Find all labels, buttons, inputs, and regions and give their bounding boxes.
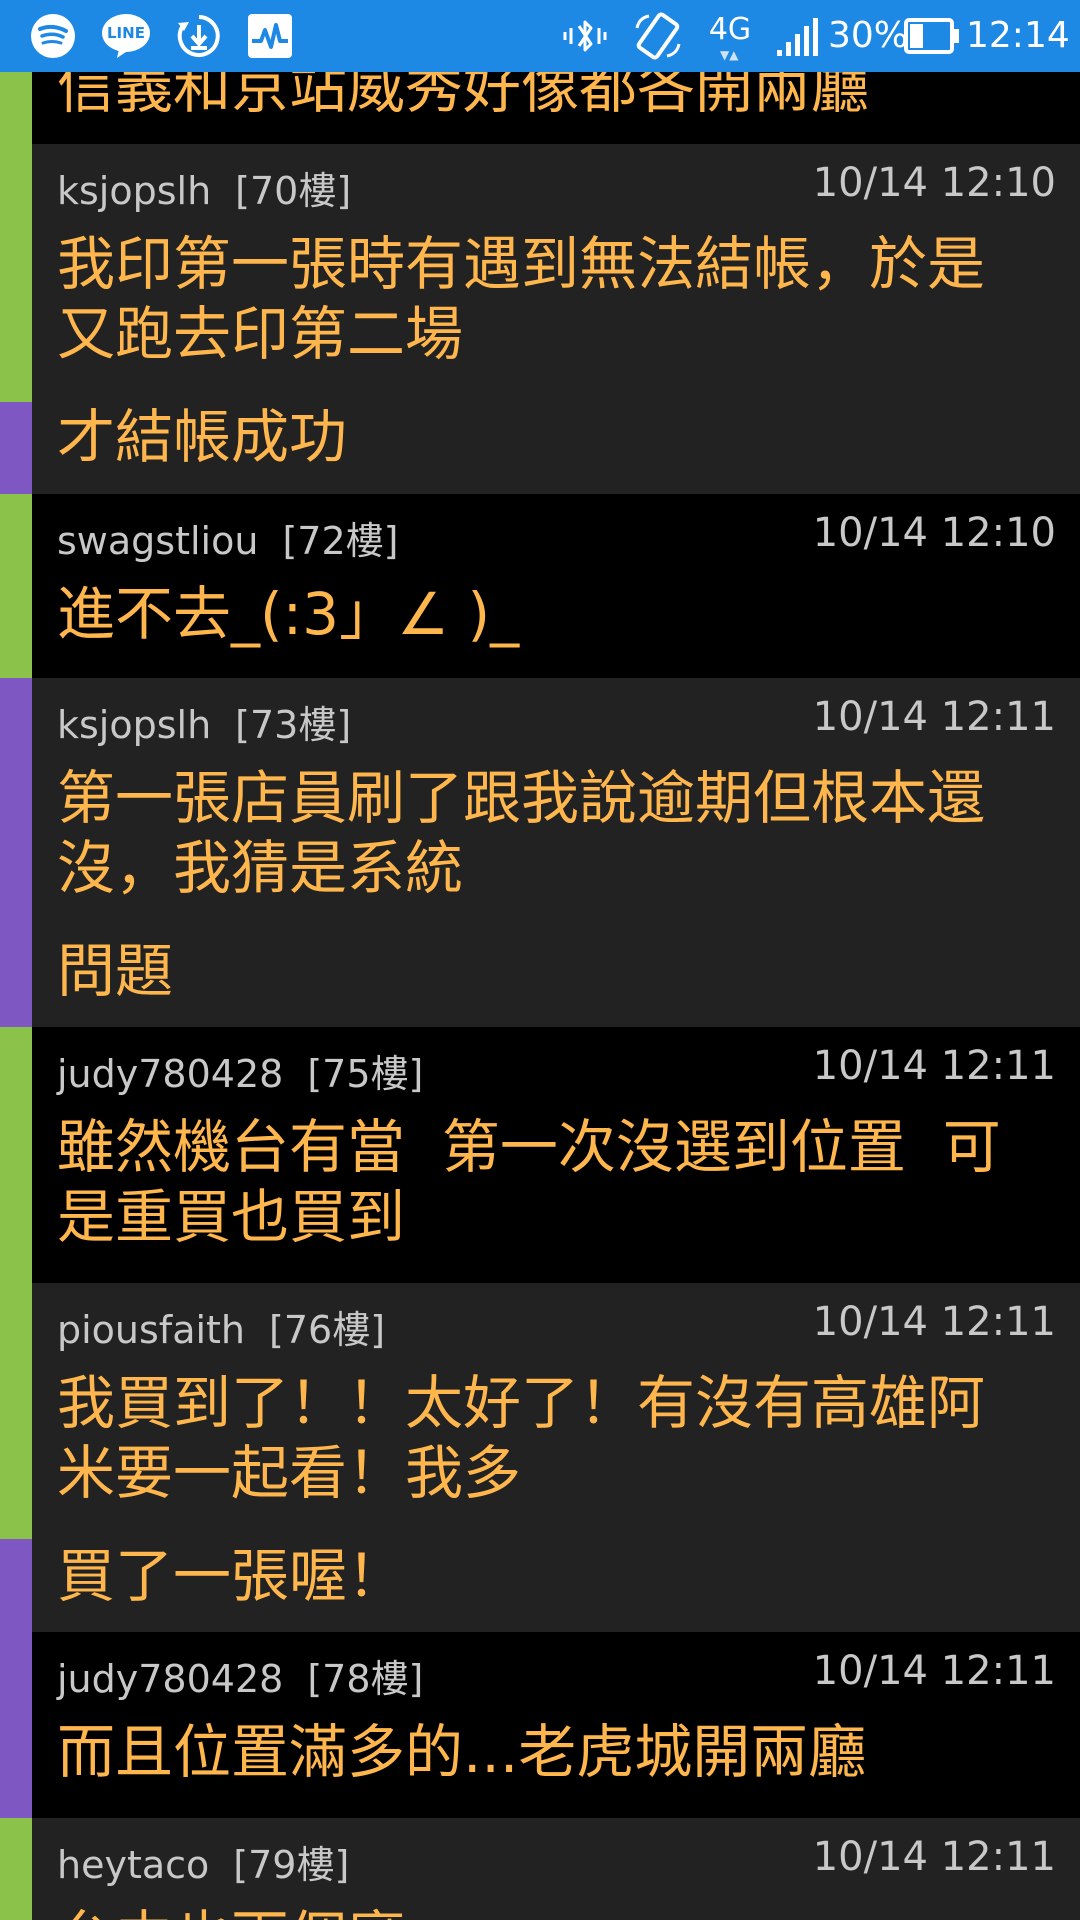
post-author: judy780428 — [57, 1657, 284, 1701]
status-bar: LINE 4G ▼▲ 30% 12:14 — [0, 0, 1080, 72]
post-time: 10/14 12:10 — [812, 160, 1056, 206]
post-meta: swagstliou [72樓] — [57, 510, 398, 565]
post-meta: piousfaith [76樓] — [57, 1299, 385, 1354]
post-floor: [76樓] — [269, 1308, 386, 1352]
comment-feed[interactable]: 信義和京站威秀好像都各開兩廳 ksjopslh [70樓] 10/14 12:10… — [0, 72, 1080, 1920]
message-text: 沒，我猜是系統 — [57, 834, 464, 902]
color-bar-green — [0, 1027, 32, 1539]
post-time: 10/14 12:11 — [812, 1648, 1056, 1694]
post-author: judy780428 — [57, 1052, 284, 1096]
post-meta: ksjopslh [70樓] — [57, 160, 351, 215]
post-item[interactable]: judy780428 [75樓] 10/14 12:11 雖然機台有當 第一次沒選… — [32, 1027, 1080, 1283]
post-meta: judy780428 [78樓] — [57, 1648, 423, 1703]
post-meta: ksjopslh [73樓] — [57, 694, 351, 749]
color-bar-purple — [0, 402, 32, 494]
color-bar-green — [0, 1818, 32, 1920]
post-floor: [79樓] — [233, 1843, 350, 1887]
post-floor: [75樓] — [307, 1052, 424, 1096]
message-fragment: 信義和京站威秀好像都各開兩廳 — [32, 72, 1080, 144]
signal-icon — [774, 12, 822, 60]
post-meta: heytaco [79樓] — [57, 1834, 349, 1889]
post-item[interactable]: heytaco [79樓] 10/14 12:11 台中也兩個廳 — [32, 1818, 1080, 1920]
message-text: 我買到了！！太好了！有沒有高雄阿 — [57, 1369, 986, 1437]
spotify-icon — [28, 12, 78, 60]
color-bar-purple — [0, 678, 32, 1027]
message-text: 雖然機台有當 第一次沒選到位置 可 — [57, 1113, 1001, 1181]
message-text: 買了一張喔！ — [57, 1542, 406, 1610]
message-text: 信義和京站威秀好像都各開兩廳 — [57, 72, 870, 121]
message-text: 台中也兩個廳 — [57, 1903, 1057, 1920]
message-text: 而且位置滿多的...老虎城開兩廳 — [57, 1718, 867, 1786]
battery-icon — [904, 12, 960, 60]
lte-4g-icon: 4G ▼▲ — [708, 12, 752, 62]
post-floor: [73樓] — [235, 703, 352, 747]
post-author: piousfaith — [57, 1308, 246, 1352]
activity-icon — [246, 12, 294, 60]
post-time: 10/14 12:11 — [812, 694, 1056, 740]
post-floor: [78樓] — [307, 1657, 424, 1701]
color-bar-green — [0, 72, 32, 402]
message-text: 進不去_(:3」∠ )_ — [57, 580, 520, 648]
sync-download-icon — [174, 12, 224, 60]
post-author: heytaco — [57, 1843, 210, 1887]
message-text: 我印第一張時有遇到無法結帳，於是 — [57, 230, 986, 298]
post-item[interactable]: piousfaith [76樓] 10/14 12:11 我買到了！！太好了！有沒… — [32, 1283, 1080, 1632]
clock: 12:14 — [966, 15, 1070, 56]
bluetooth-vibrate-icon — [560, 12, 610, 60]
post-time: 10/14 12:11 — [812, 1834, 1056, 1880]
color-bar-green — [0, 494, 32, 678]
post-floor: [72樓] — [282, 519, 399, 563]
message-text: 第一張店員刷了跟我說逾期但根本還 — [57, 764, 986, 832]
post-time: 10/14 12:11 — [812, 1299, 1056, 1345]
message-text: 才結帳成功 — [57, 403, 348, 471]
post-floor: [70樓] — [235, 169, 352, 213]
message-text: 是重買也買到 — [57, 1183, 406, 1251]
auto-rotate-icon — [632, 12, 684, 60]
post-meta: judy780428 [75樓] — [57, 1043, 423, 1098]
message-text: 米要一起看！我多 — [57, 1439, 522, 1507]
post-time: 10/14 12:11 — [812, 1043, 1056, 1089]
post-item[interactable]: ksjopslh [70樓] 10/14 12:10 我印第一張時有遇到無法結帳，… — [32, 144, 1080, 494]
post-item[interactable]: ksjopslh [73樓] 10/14 12:11 第一張店員刷了跟我說逾期但根… — [32, 678, 1080, 1027]
line-icon: LINE — [100, 12, 152, 60]
message-text: 問題 — [57, 937, 174, 1005]
battery-percent: 30% — [828, 15, 909, 56]
post-item[interactable]: swagstliou [72樓] 10/14 12:10 進不去_(:3」∠ )_ — [32, 494, 1080, 678]
post-author: swagstliou — [57, 519, 259, 563]
post-author: ksjopslh — [57, 703, 212, 747]
post-author: ksjopslh — [57, 169, 212, 213]
post-item[interactable]: judy780428 [78樓] 10/14 12:11 而且位置滿多的...老虎… — [32, 1632, 1080, 1818]
post-time: 10/14 12:10 — [812, 510, 1056, 556]
message-text: 又跑去印第二場 — [57, 300, 464, 368]
